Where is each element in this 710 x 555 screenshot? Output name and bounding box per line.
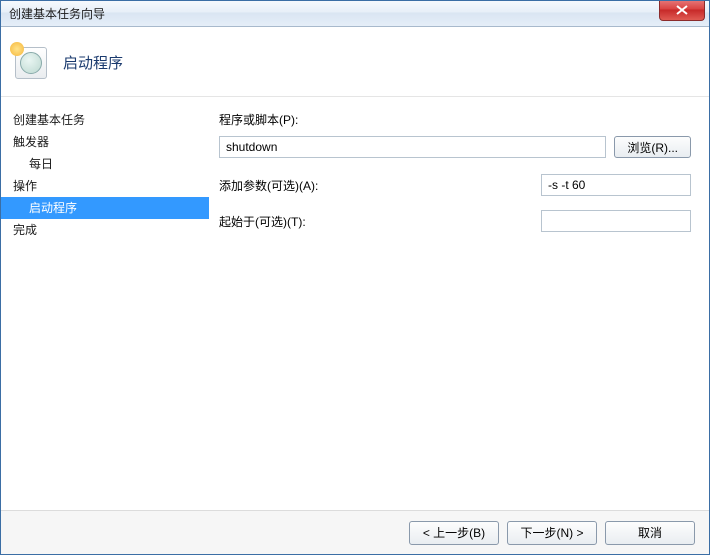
step-create-basic-task[interactable]: 创建基本任务 xyxy=(1,109,209,131)
step-trigger[interactable]: 触发器 xyxy=(1,131,209,153)
startin-input[interactable] xyxy=(541,210,691,232)
wizard-content: 创建基本任务 触发器 每日 操作 启动程序 完成 程序或脚本(P): 浏览(R)… xyxy=(1,97,709,510)
wizard-body: 启动程序 创建基本任务 触发器 每日 操作 启动程序 完成 程序或脚本(P): … xyxy=(1,27,709,554)
close-icon xyxy=(676,5,688,15)
wizard-steps-sidebar: 创建基本任务 触发器 每日 操作 启动程序 完成 xyxy=(1,97,209,510)
window-title: 创建基本任务向导 xyxy=(9,5,105,22)
next-button[interactable]: 下一步(N) > xyxy=(507,521,597,545)
page-title: 启动程序 xyxy=(63,52,123,73)
schedule-clock-icon xyxy=(15,47,47,79)
cancel-button[interactable]: 取消 xyxy=(605,521,695,545)
back-button[interactable]: < 上一步(B) xyxy=(409,521,499,545)
arguments-label: 添加参数(可选)(A): xyxy=(219,177,521,194)
close-button[interactable] xyxy=(659,1,705,21)
program-field-group: 程序或脚本(P): 浏览(R)... xyxy=(219,111,691,158)
titlebar: 创建基本任务向导 xyxy=(1,1,709,27)
step-action[interactable]: 操作 xyxy=(1,175,209,197)
startin-label: 起始于(可选)(T): xyxy=(219,213,521,230)
step-start-program[interactable]: 启动程序 xyxy=(1,197,209,219)
wizard-header: 启动程序 xyxy=(1,27,709,97)
step-daily[interactable]: 每日 xyxy=(1,153,209,175)
wizard-window: 创建基本任务向导 启动程序 创建基本任务 触发器 每日 操作 启动程序 xyxy=(0,0,710,555)
browse-button[interactable]: 浏览(R)... xyxy=(614,136,691,158)
program-label: 程序或脚本(P): xyxy=(219,111,691,128)
wizard-footer: < 上一步(B) 下一步(N) > 取消 xyxy=(1,510,709,554)
step-finish[interactable]: 完成 xyxy=(1,219,209,241)
program-input[interactable] xyxy=(219,136,606,158)
optional-fields: 添加参数(可选)(A): 起始于(可选)(T): xyxy=(219,174,691,232)
window-controls xyxy=(659,1,709,26)
form-panel: 程序或脚本(P): 浏览(R)... 添加参数(可选)(A): 起始于(可选)(… xyxy=(209,97,709,510)
arguments-input[interactable] xyxy=(541,174,691,196)
